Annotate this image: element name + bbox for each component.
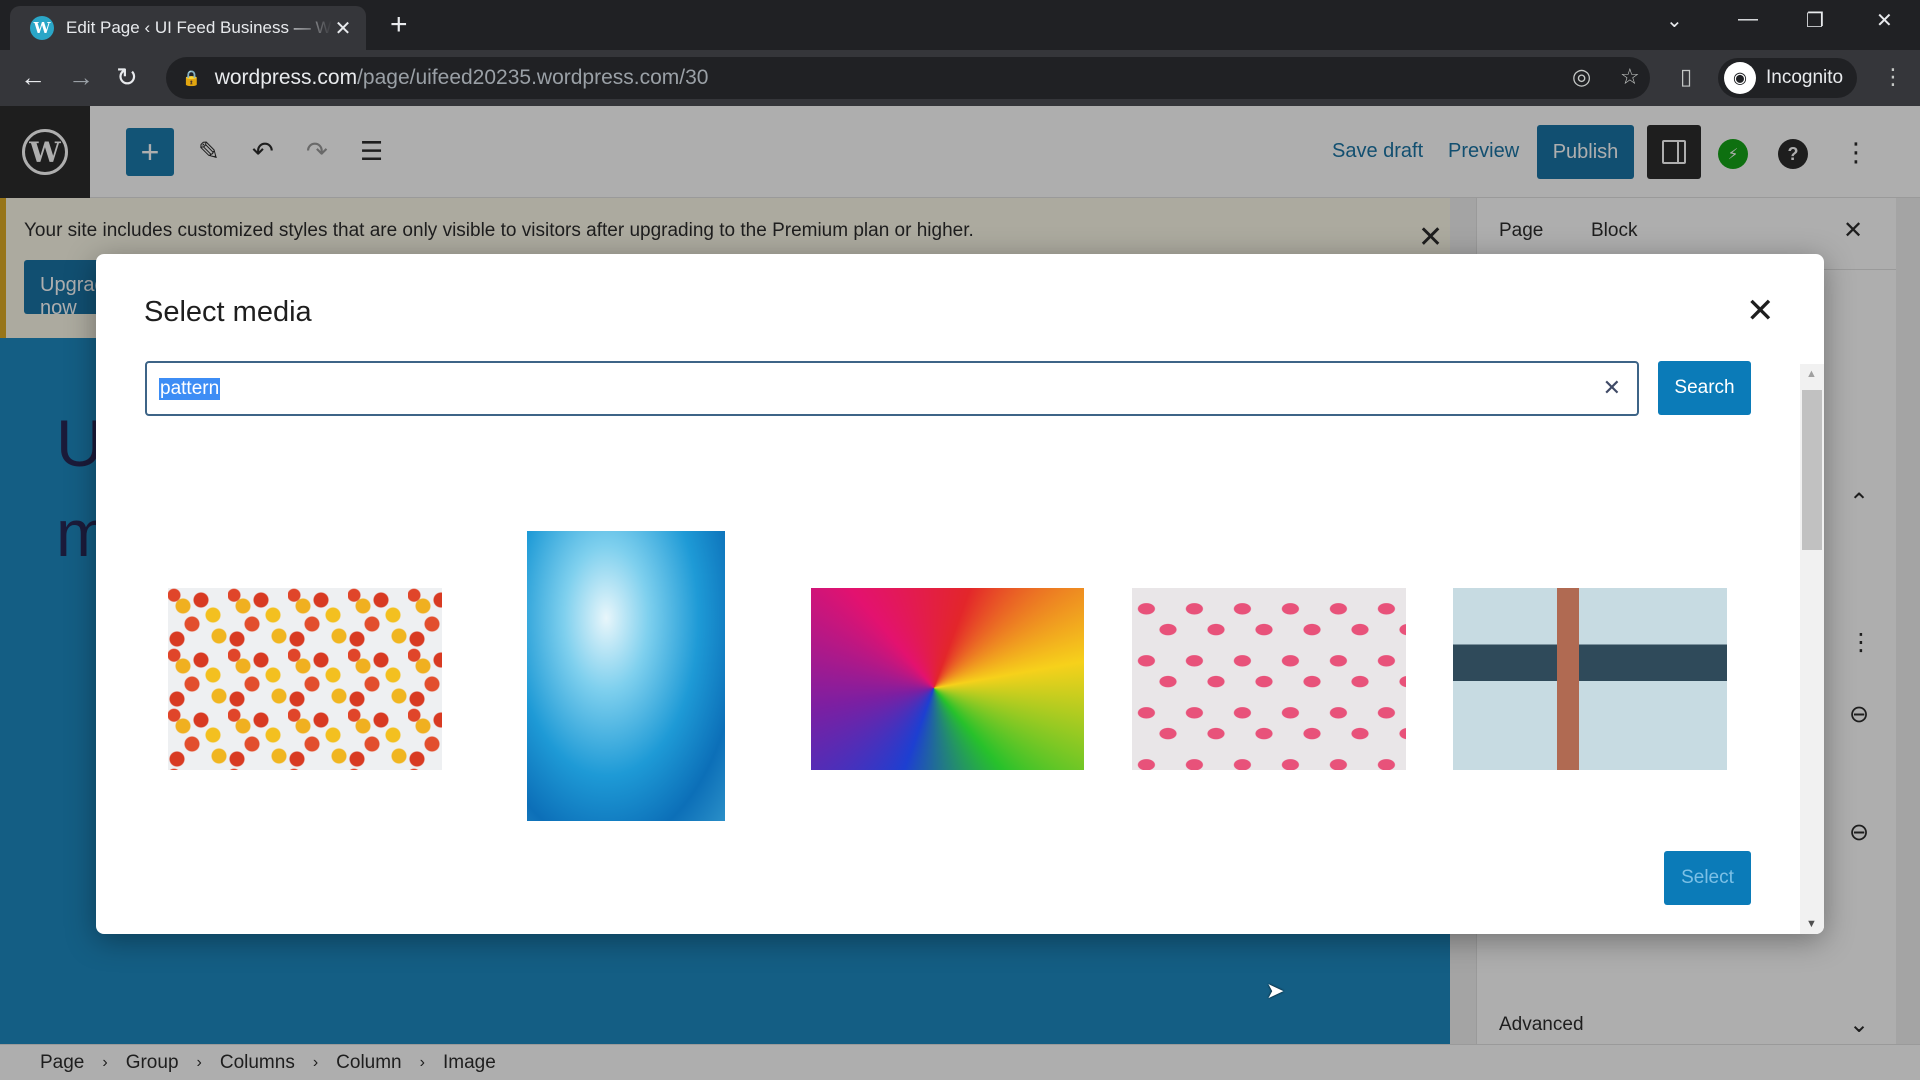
incognito-icon: ◉: [1724, 62, 1756, 94]
tab-search-chevron-icon[interactable]: ⌄: [1666, 8, 1683, 33]
tracking-protection-eye-icon[interactable]: ◎: [1572, 64, 1591, 90]
tab-title: Edit Page ‹ UI Feed Business — WordPress…: [66, 18, 332, 37]
back-arrow-icon[interactable]: ←: [20, 62, 46, 92]
side-panel-icon[interactable]: ▯: [1680, 64, 1692, 90]
browser-tab[interactable]: W Edit Page ‹ UI Feed Business — WordPre…: [10, 6, 366, 50]
modal-title: Select media: [144, 296, 312, 328]
media-result-marbled-swirls[interactable]: [811, 588, 1084, 770]
forward-arrow-icon[interactable]: →: [68, 62, 94, 92]
modal-close-icon[interactable]: ✕: [1746, 294, 1775, 328]
wordpress-favicon-icon: W: [30, 16, 54, 40]
new-tab-button[interactable]: +: [390, 8, 408, 42]
address-bar[interactable]: 🔒 wordpress.com/page/uifeed20235.wordpre…: [166, 57, 1650, 99]
media-search-input[interactable]: pattern ✕: [145, 361, 1639, 416]
tab-close-icon[interactable]: ✕: [332, 16, 354, 41]
media-result-flamingos[interactable]: [1132, 588, 1406, 770]
select-media-modal: Select media ✕ pattern ✕ Search Select ▲…: [96, 254, 1824, 934]
bookmark-star-icon[interactable]: ☆: [1620, 64, 1640, 90]
mouse-cursor-icon: ➤: [1266, 978, 1285, 1003]
search-button[interactable]: Search: [1658, 361, 1751, 415]
browser-menu-icon[interactable]: ⋮: [1882, 64, 1904, 90]
browser-tabstrip: W Edit Page ‹ UI Feed Business — WordPre…: [0, 0, 1920, 50]
modal-scrollbar[interactable]: ▲ ▼: [1800, 364, 1824, 934]
scrollbar-thumb[interactable]: [1802, 390, 1822, 550]
restore-button[interactable]: ❐: [1806, 8, 1824, 33]
scroll-up-arrow-icon[interactable]: ▲: [1806, 368, 1817, 380]
reload-icon[interactable]: ↻: [116, 62, 138, 92]
select-button[interactable]: Select: [1664, 851, 1751, 905]
lock-icon: 🔒: [182, 70, 201, 87]
incognito-label: Incognito: [1766, 67, 1844, 88]
minimize-button[interactable]: —: [1738, 8, 1758, 31]
window-close-button[interactable]: ✕: [1876, 8, 1893, 33]
media-result-marble-tiles[interactable]: [1453, 588, 1727, 770]
incognito-profile-button[interactable]: ◉ Incognito: [1718, 58, 1858, 98]
browser-toolbar: ← → ↻ 🔒 wordpress.com/page/uifeed20235.w…: [0, 50, 1920, 106]
media-result-blue-texture[interactable]: [527, 531, 725, 821]
url-host: wordpress.com: [214, 66, 358, 89]
media-result-oranges[interactable]: [168, 588, 442, 770]
url-path: /page/uifeed20235.wordpress.com/30: [357, 66, 709, 89]
clear-search-icon[interactable]: ✕: [1603, 375, 1621, 401]
search-value-selected: pattern: [159, 378, 221, 400]
scroll-down-arrow-icon[interactable]: ▼: [1806, 918, 1817, 930]
